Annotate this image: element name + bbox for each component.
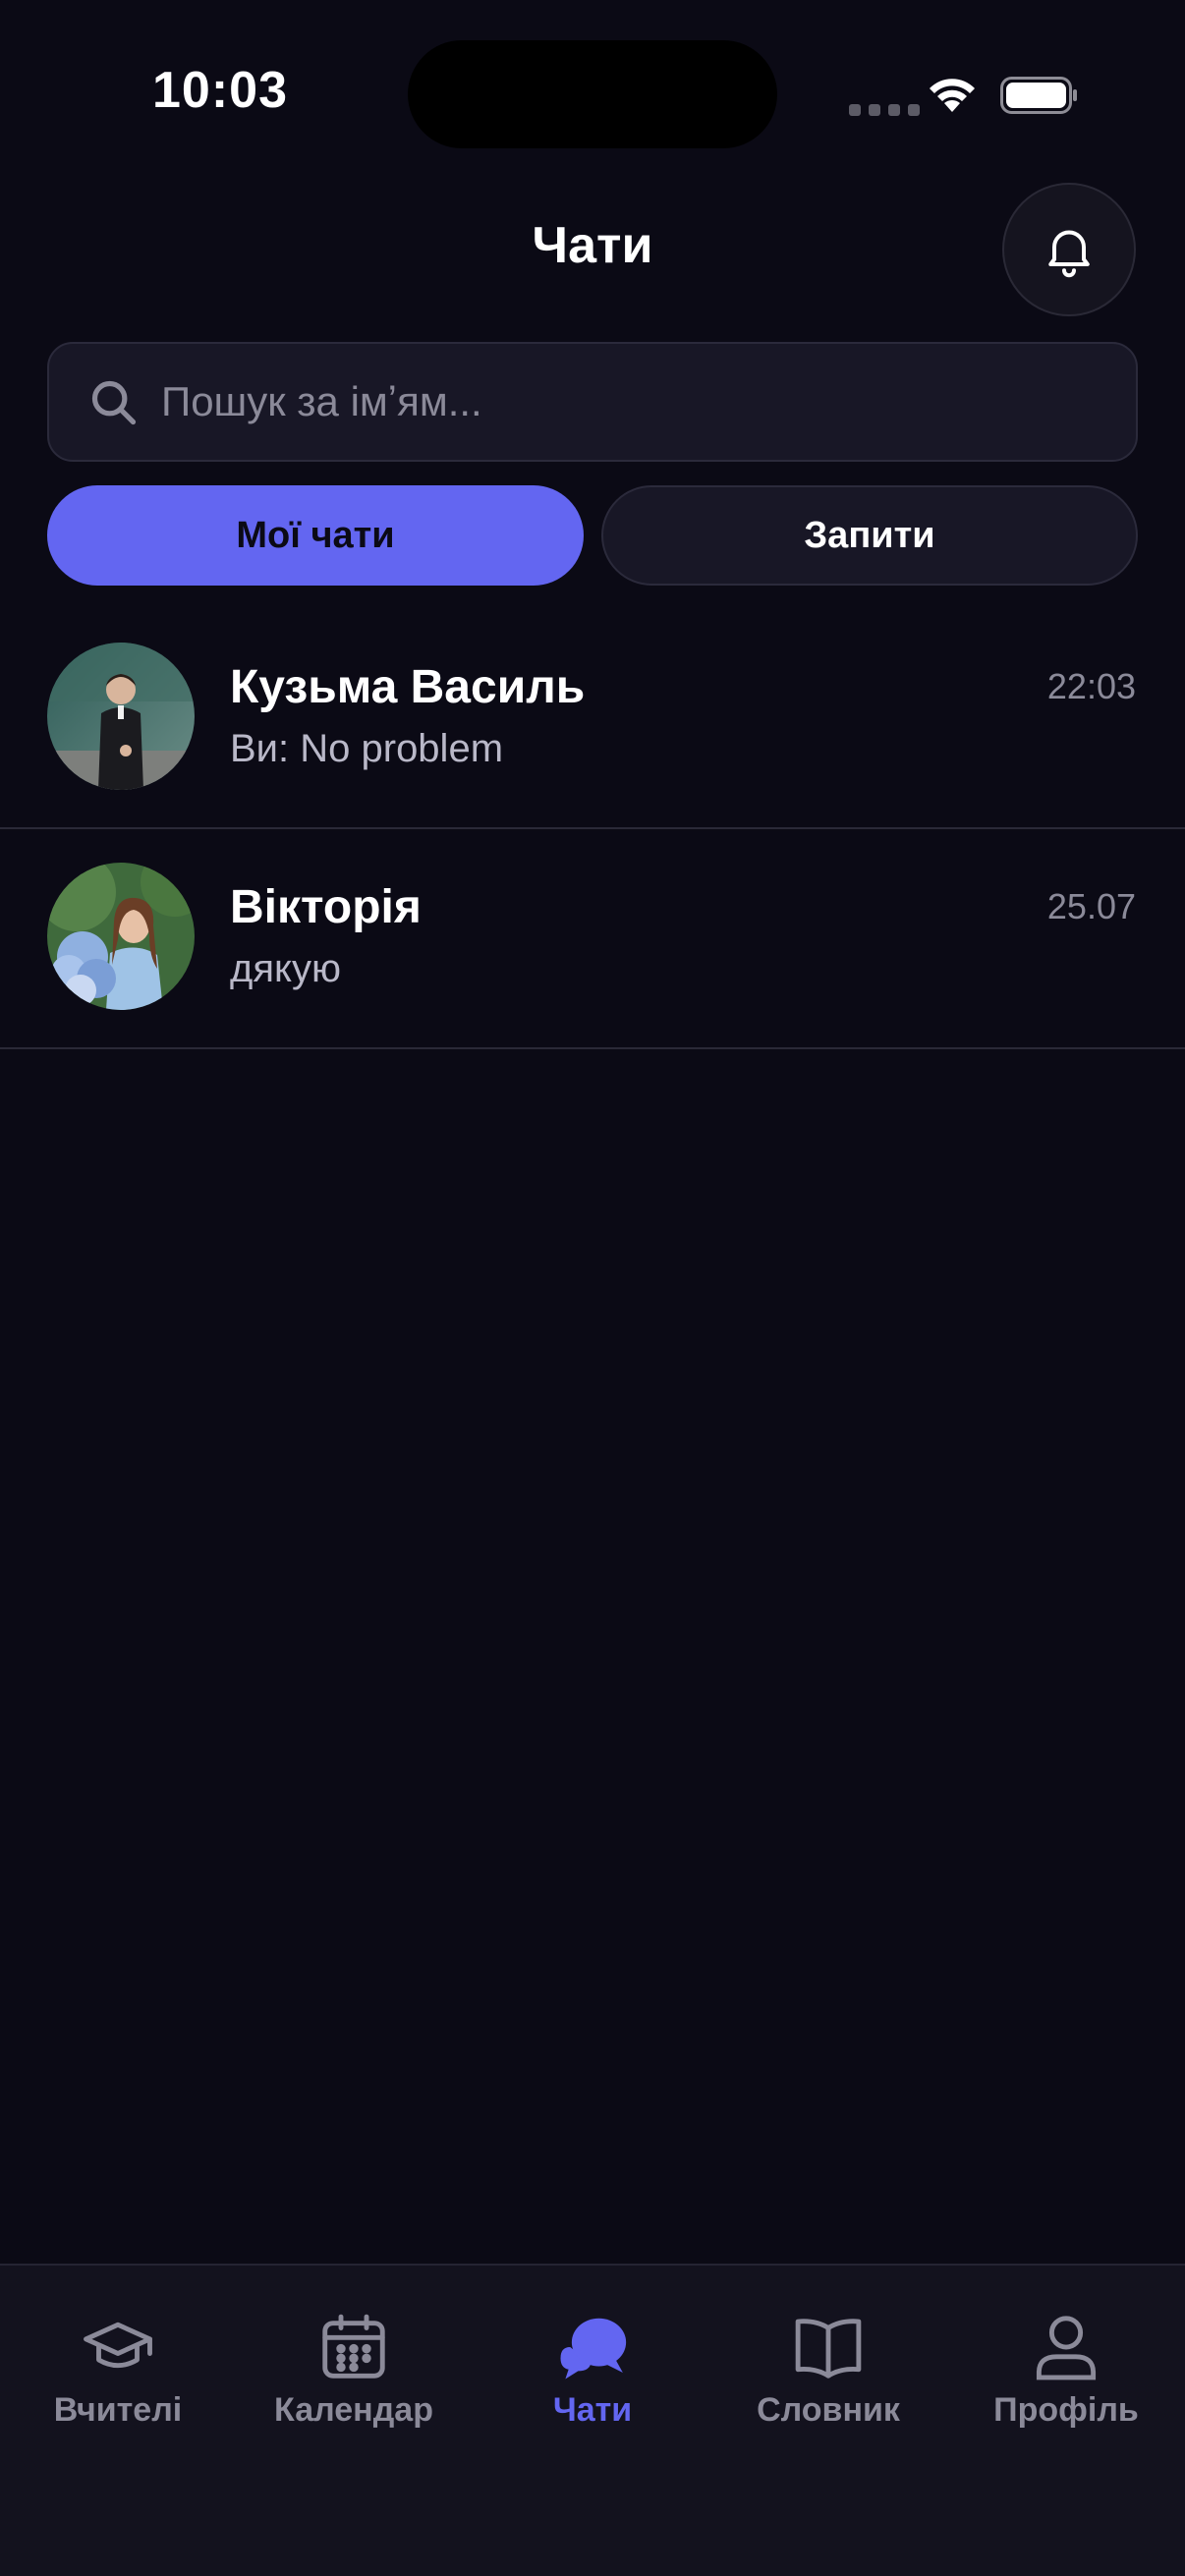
chat-timestamp: 22:03 <box>1046 666 1136 706</box>
battery-icon <box>1000 77 1077 114</box>
chat-timestamp: 25.07 <box>1046 886 1136 926</box>
chat-last-message: Ви: No problem <box>230 727 504 770</box>
chat-list-item[interactable]: Вікторія дякую 25.07 <box>0 829 1185 1049</box>
graduation-cap-icon <box>84 2322 152 2369</box>
search-icon <box>91 380 137 425</box>
chat-list-item[interactable]: Кузьма Василь Ви: No problem 22:03 <box>0 609 1185 829</box>
notifications-button[interactable] <box>1002 183 1136 316</box>
tab-label: Чати <box>552 2391 633 2429</box>
tab-calendar[interactable]: Календар <box>236 2309 472 2446</box>
tab-chats[interactable]: Чати <box>475 2309 710 2446</box>
avatar <box>47 643 195 790</box>
tab-dictionary[interactable]: Словник <box>710 2309 946 2446</box>
dynamic-island <box>408 40 777 148</box>
tab-label: Словник <box>757 2391 900 2429</box>
book-icon <box>795 2319 862 2379</box>
cellular-signal-icon <box>849 104 920 116</box>
tab-profile[interactable]: Профіль <box>948 2309 1184 2446</box>
search-field[interactable] <box>47 342 1138 462</box>
tab-label: Вчителі <box>53 2391 183 2429</box>
bell-icon <box>1048 230 1090 278</box>
chat-name: Вікторія <box>230 881 422 933</box>
tab-label: Профіль <box>993 2391 1139 2429</box>
tab-label: Календар <box>274 2391 433 2429</box>
chat-bubbles-icon <box>560 2318 627 2380</box>
chat-name: Кузьма Василь <box>230 661 586 713</box>
tab-my-chats[interactable]: Мої чати <box>47 485 584 586</box>
wifi-icon <box>930 79 975 112</box>
status-bar: 10:03 <box>0 0 1185 196</box>
avatar <box>47 863 195 1010</box>
search-input[interactable] <box>161 344 1104 460</box>
chat-last-message: дякую <box>230 947 341 990</box>
status-time: 10:03 <box>152 62 288 119</box>
user-icon <box>1036 2316 1097 2380</box>
tab-teachers[interactable]: Вчителі <box>0 2309 236 2446</box>
tab-requests[interactable]: Запити <box>601 485 1138 586</box>
calendar-icon <box>322 2314 385 2379</box>
bottom-tab-bar: Вчителі Календар Чати Словник Профіль <box>0 2264 1185 2576</box>
